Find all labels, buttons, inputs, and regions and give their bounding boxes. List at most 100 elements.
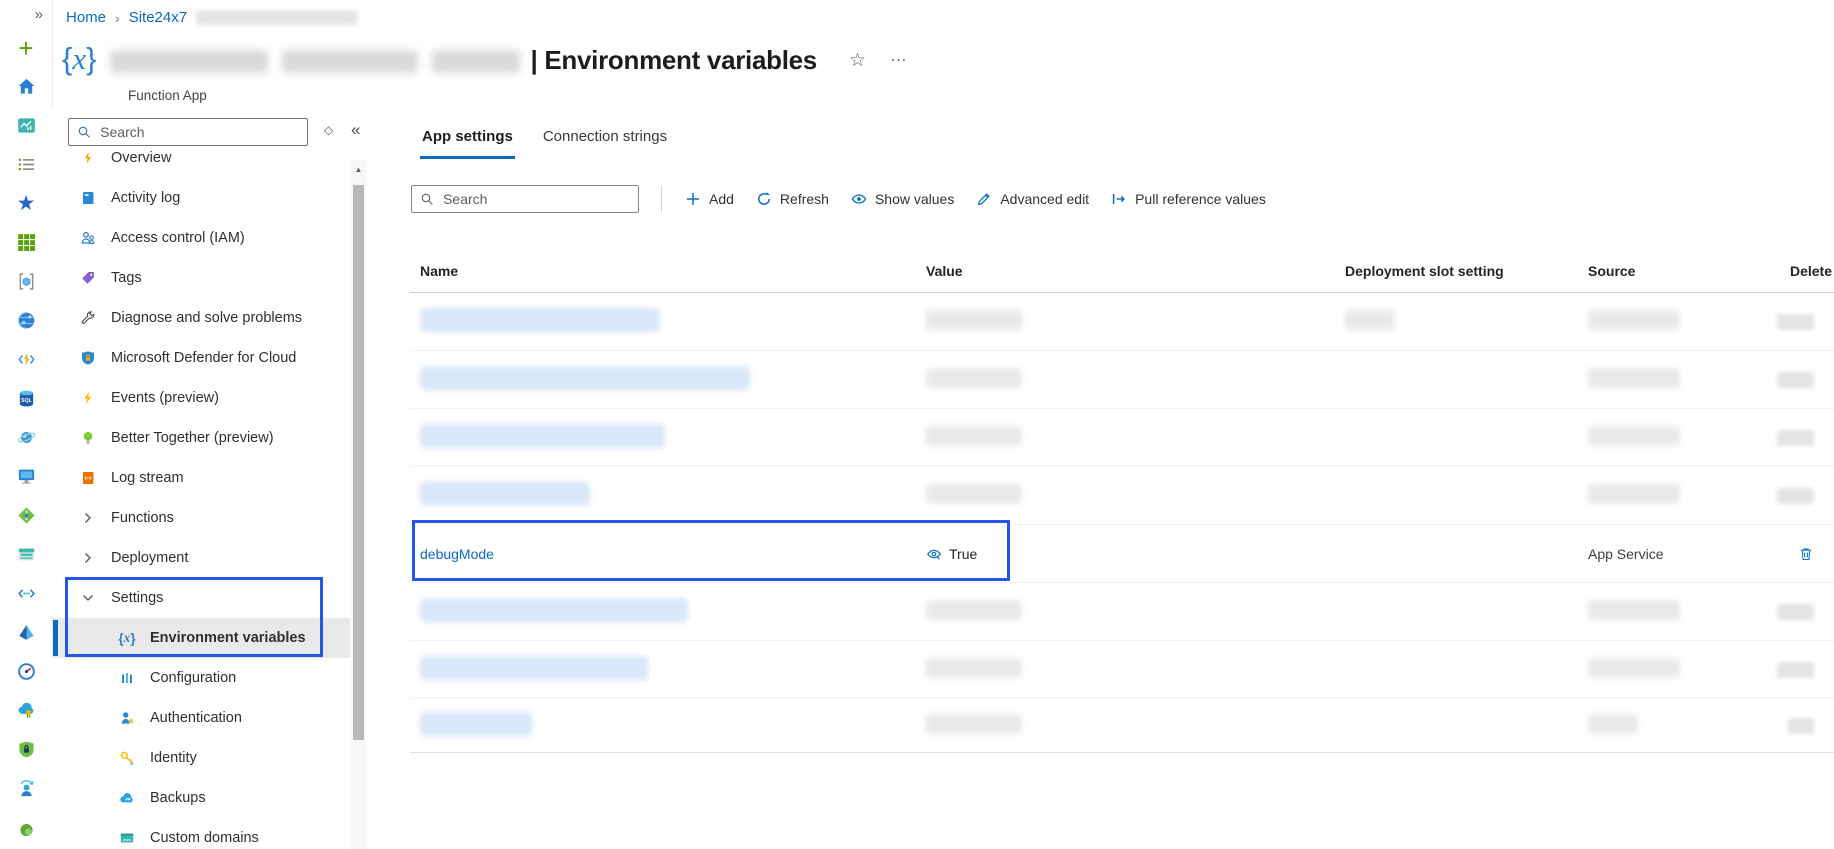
- sidebar-scrollbar[interactable]: ▲: [351, 160, 366, 849]
- lightbulb-icon: [79, 429, 97, 447]
- person-key-icon: [118, 709, 136, 727]
- shield-lock-icon: [17, 740, 36, 759]
- redacted-source: [1588, 368, 1680, 388]
- redacted-source: [1588, 484, 1680, 504]
- sidebar-item-diagnose[interactable]: Diagnose and solve problems: [52, 298, 350, 338]
- list-icon: [17, 155, 36, 174]
- pencil-icon: [976, 191, 992, 207]
- rail-item-dashboard[interactable]: [0, 106, 52, 145]
- rail-item-all-resources[interactable]: [0, 223, 52, 262]
- rail-item-sql-databases[interactable]: SQL: [0, 379, 52, 418]
- rail-item-monitor[interactable]: [0, 652, 52, 691]
- show-values-button[interactable]: Show values: [840, 184, 965, 214]
- azure-portal-page: » + ★ SQL Home › Site24x7 {x}: [0, 0, 1834, 849]
- env-var-name-link[interactable]: debugMode: [420, 546, 494, 562]
- rail-item-all-services[interactable]: [0, 145, 52, 184]
- tab-bar: App settings Connection strings: [420, 122, 669, 159]
- monitor-icon: [17, 467, 36, 486]
- sidebar-item-authentication[interactable]: Authentication: [52, 698, 350, 738]
- tab-connection-strings[interactable]: Connection strings: [541, 122, 669, 159]
- rail-item-azure-active-directory[interactable]: [0, 613, 52, 652]
- rail-item-virtual-machines[interactable]: [0, 457, 52, 496]
- pull-reference-values-button[interactable]: Pull reference values: [1100, 184, 1277, 214]
- environment-variables-icon: {x}: [118, 629, 136, 647]
- activity-log-icon: [79, 189, 97, 207]
- table-row-redacted[interactable]: [410, 293, 1834, 351]
- resource-menu-sidebar: ◇ « Overview Activity log Access control…: [52, 108, 368, 849]
- table-row-redacted[interactable]: [410, 699, 1834, 753]
- sidebar-item-log-stream[interactable]: Log stream: [52, 458, 350, 498]
- column-header-value: Value: [916, 263, 1335, 279]
- sidebar-item-functions[interactable]: Functions: [52, 498, 350, 538]
- scrollbar-thumb[interactable]: [353, 185, 364, 740]
- sidebar-item-environment-variables[interactable]: {x}Environment variables: [52, 618, 350, 658]
- rail-item-load-balancers[interactable]: [0, 496, 52, 535]
- rail-item-storage-accounts[interactable]: [0, 535, 52, 574]
- rail-item-virtual-networks[interactable]: [0, 574, 52, 613]
- redacted-source: [1588, 600, 1680, 620]
- rail-item-create-resource[interactable]: +: [0, 28, 52, 67]
- rail-item-microsoft-defender-for-cloud[interactable]: [0, 730, 52, 769]
- rail-item-favorites[interactable]: ★: [0, 184, 52, 223]
- code-brackets-icon: [17, 584, 36, 603]
- filter-search-input[interactable]: [441, 190, 630, 208]
- sidebar-item-activity-log[interactable]: Activity log: [52, 178, 350, 218]
- table-row-redacted[interactable]: [410, 583, 1834, 641]
- redacted-name: [420, 712, 532, 736]
- rail-item-resource-groups[interactable]: [0, 262, 52, 301]
- advanced-edit-button[interactable]: Advanced edit: [965, 184, 1100, 214]
- breadcrumb-site-link[interactable]: Site24x7: [129, 9, 187, 26]
- rail-item-cost-management[interactable]: [0, 769, 52, 808]
- scrollbar-up-arrow[interactable]: ▲: [351, 165, 366, 174]
- refresh-button[interactable]: Refresh: [745, 184, 840, 214]
- collapse-menu-button[interactable]: «: [351, 120, 360, 140]
- sidebar-item-defender[interactable]: Microsoft Defender for Cloud: [52, 338, 350, 378]
- sidebar-item-better-together[interactable]: Better Together (preview): [52, 418, 350, 458]
- people-icon: [79, 229, 97, 247]
- sidebar-item-custom-domains[interactable]: wwwCustom domains: [52, 818, 350, 849]
- filter-search-box[interactable]: [411, 185, 639, 213]
- planet-icon: [17, 428, 36, 447]
- rail-item-app-services[interactable]: [0, 301, 52, 340]
- sidebar-item-deployment[interactable]: Deployment: [52, 538, 350, 578]
- delete-icon[interactable]: [1798, 546, 1814, 562]
- redacted-delete: [1777, 488, 1814, 504]
- expand-rail-button[interactable]: »: [0, 0, 52, 28]
- sidebar-item-overview[interactable]: Overview: [52, 150, 350, 178]
- partial-circle-icon: [17, 818, 36, 837]
- sidebar-search-box[interactable]: [68, 118, 308, 146]
- svg-text:www: www: [123, 838, 131, 842]
- rail-item-help-support[interactable]: [0, 808, 52, 847]
- redacted-name: [420, 424, 665, 448]
- home-icon: [17, 77, 36, 96]
- table-row-redacted[interactable]: [410, 641, 1834, 699]
- more-options-icon[interactable]: …: [890, 46, 908, 66]
- favorite-star-icon[interactable]: ☆: [849, 49, 866, 72]
- table-row-debugmode[interactable]: debugModeTrueApp Service: [410, 525, 1834, 583]
- menu-view-toggle-icon[interactable]: ◇: [324, 123, 333, 137]
- redacted-value: [926, 368, 1022, 388]
- overview-bolt-icon: [79, 150, 97, 167]
- table-row-redacted[interactable]: [410, 467, 1834, 525]
- tab-app-settings[interactable]: App settings: [420, 122, 515, 159]
- rail-item-advisor[interactable]: [0, 691, 52, 730]
- rail-item-function-apps[interactable]: [0, 340, 52, 379]
- sidebar-item-access-control[interactable]: Access control (IAM): [52, 218, 350, 258]
- sidebar-search-input[interactable]: [98, 123, 299, 141]
- breadcrumb-home-link[interactable]: Home: [66, 9, 106, 26]
- sidebar-item-settings[interactable]: Settings: [52, 578, 350, 618]
- sidebar-item-events[interactable]: Events (preview): [52, 378, 350, 418]
- sidebar-item-configuration[interactable]: Configuration: [52, 658, 350, 698]
- person-sync-icon: [17, 779, 36, 798]
- resource-type-label: Function App: [128, 88, 207, 103]
- add-button[interactable]: Add: [674, 184, 745, 214]
- rail-item-home[interactable]: [0, 67, 52, 106]
- cloud-badge-icon: [17, 701, 36, 720]
- rail-item-azure-cosmos-db[interactable]: [0, 418, 52, 457]
- sidebar-item-tags[interactable]: Tags: [52, 258, 350, 298]
- www-icon: www: [118, 829, 136, 847]
- sidebar-item-identity[interactable]: Identity: [52, 738, 350, 778]
- table-row-redacted[interactable]: [410, 351, 1834, 409]
- table-row-redacted[interactable]: [410, 409, 1834, 467]
- sidebar-item-backups[interactable]: Backups: [52, 778, 350, 818]
